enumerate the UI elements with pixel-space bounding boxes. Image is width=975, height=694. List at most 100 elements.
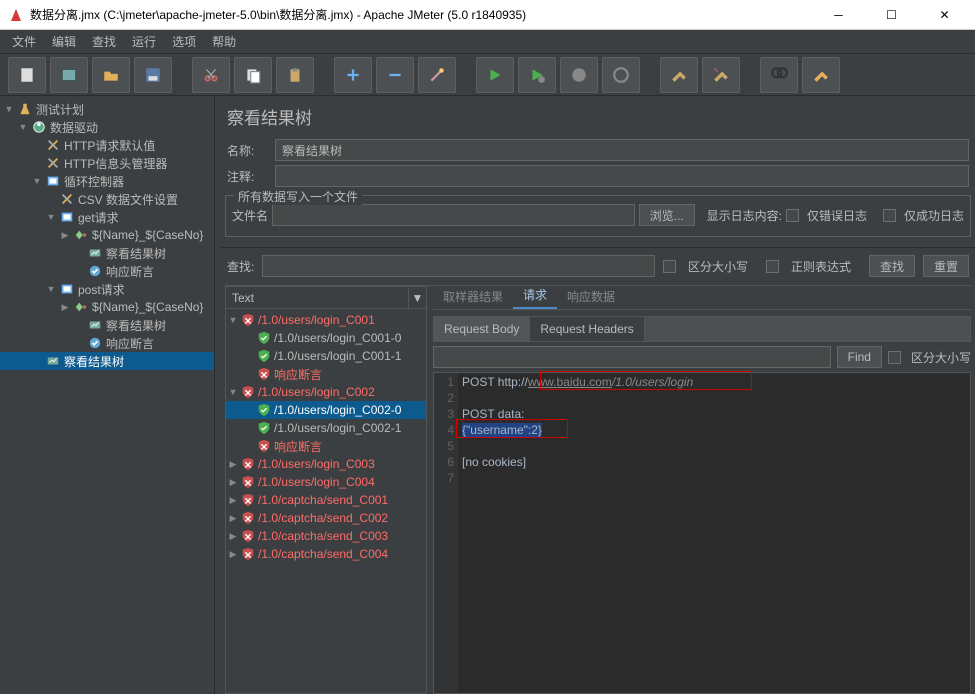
toolbar-wand-button[interactable] bbox=[418, 57, 456, 93]
tree-toggle-icon[interactable]: ▼ bbox=[32, 176, 42, 186]
result-toggle-icon[interactable]: ▼ bbox=[228, 387, 238, 397]
toolbar-search-button[interactable] bbox=[760, 57, 798, 93]
toolbar-copy-button[interactable] bbox=[234, 57, 272, 93]
tree-node[interactable]: ▶${Name}_${CaseNo} bbox=[0, 298, 214, 316]
status-fail-icon bbox=[241, 493, 255, 507]
results-renderer[interactable]: Text bbox=[226, 291, 408, 305]
toolbar-paste-button[interactable] bbox=[276, 57, 314, 93]
result-toggle-icon[interactable]: ▶ bbox=[228, 459, 238, 470]
menu-options[interactable]: 选项 bbox=[164, 31, 204, 52]
result-toggle-icon[interactable]: ▶ bbox=[228, 495, 238, 506]
menu-run[interactable]: 运行 bbox=[124, 31, 164, 52]
result-row[interactable]: 响应断言 bbox=[226, 365, 426, 383]
result-toggle-icon[interactable]: ▶ bbox=[228, 549, 238, 560]
toolbar-shutdown-button[interactable] bbox=[602, 57, 640, 93]
find-input[interactable] bbox=[433, 346, 831, 368]
subtab-request-body[interactable]: Request Body bbox=[434, 317, 530, 341]
result-toggle-icon[interactable]: ▶ bbox=[228, 531, 238, 542]
subtab-request-headers[interactable]: Request Headers bbox=[530, 317, 644, 341]
tab-response-data[interactable]: 响应数据 bbox=[557, 284, 625, 309]
result-toggle-icon[interactable]: ▶ bbox=[228, 513, 238, 524]
result-row[interactable]: 响应断言 bbox=[226, 437, 426, 455]
tree-toggle-icon[interactable]: ▼ bbox=[4, 104, 14, 114]
result-row[interactable]: ▶/1.0/captcha/send_C002 bbox=[226, 509, 426, 527]
toolbar-cut-button[interactable] bbox=[192, 57, 230, 93]
tree-node[interactable]: 察看结果树 bbox=[0, 316, 214, 334]
result-toggle-icon[interactable]: ▼ bbox=[228, 315, 238, 325]
tree-node[interactable]: ▼ 测试计划 bbox=[0, 100, 214, 118]
result-row[interactable]: /1.0/users/login_C002-1 bbox=[226, 419, 426, 437]
tree-node[interactable]: 察看结果树 bbox=[0, 352, 214, 370]
result-row[interactable]: ▶/1.0/users/login_C003 bbox=[226, 455, 426, 473]
success-only-checkbox[interactable] bbox=[883, 209, 896, 222]
toolbar-clear-button[interactable] bbox=[660, 57, 698, 93]
request-body-viewer[interactable]: 1234567 POST http://www.baidu.com/1.0/us… bbox=[433, 372, 971, 694]
toolbar-start-remote-button[interactable] bbox=[518, 57, 556, 93]
search-button[interactable]: 查找 bbox=[869, 255, 915, 277]
comment-input[interactable] bbox=[275, 165, 969, 187]
toolbar-clear-all-button[interactable] bbox=[702, 57, 740, 93]
tree-node[interactable]: ▼数据驱动 bbox=[0, 118, 214, 136]
tree-toggle-icon[interactable]: ▶ bbox=[60, 302, 70, 313]
tree-node[interactable]: HTTP请求默认值 bbox=[0, 136, 214, 154]
toolbar-remove-button[interactable] bbox=[376, 57, 414, 93]
result-row[interactable]: ▶/1.0/users/login_C004 bbox=[226, 473, 426, 491]
result-row[interactable]: /1.0/users/login_C001-1 bbox=[226, 347, 426, 365]
result-toggle-icon[interactable]: ▶ bbox=[228, 477, 238, 488]
toolbar-add-button[interactable] bbox=[334, 57, 372, 93]
maximize-button[interactable]: ☐ bbox=[869, 1, 914, 29]
tree-node[interactable]: 响应断言 bbox=[0, 334, 214, 352]
regex-checkbox[interactable] bbox=[766, 260, 779, 273]
name-input[interactable] bbox=[275, 139, 969, 161]
menu-search[interactable]: 查找 bbox=[84, 31, 124, 52]
tree-node[interactable]: CSV 数据文件设置 bbox=[0, 190, 214, 208]
result-row[interactable]: ▶/1.0/captcha/send_C004 bbox=[226, 545, 426, 563]
case-checkbox[interactable] bbox=[663, 260, 676, 273]
tree-toggle-icon[interactable]: ▼ bbox=[18, 122, 28, 132]
result-row[interactable]: ▼/1.0/users/login_C002 bbox=[226, 383, 426, 401]
filename-input[interactable] bbox=[272, 204, 635, 226]
test-plan-tree[interactable]: ▼ 测试计划▼数据驱动HTTP请求默认值HTTP信息头管理器▼循环控制器CSV 数… bbox=[0, 96, 215, 694]
tab-request[interactable]: 请求 bbox=[513, 282, 557, 309]
tree-node[interactable]: 响应断言 bbox=[0, 262, 214, 280]
tree-node[interactable]: ▼get请求 bbox=[0, 208, 214, 226]
toolbar-stop-button[interactable] bbox=[560, 57, 598, 93]
find-button[interactable]: Find bbox=[837, 346, 882, 368]
tree-toggle-icon[interactable]: ▼ bbox=[46, 284, 56, 294]
tree-node[interactable]: 察看结果树 bbox=[0, 244, 214, 262]
loop-icon bbox=[45, 173, 61, 189]
tree-toggle-icon[interactable]: ▼ bbox=[46, 212, 56, 222]
toolbar-start-button[interactable] bbox=[476, 57, 514, 93]
errors-only-checkbox[interactable] bbox=[786, 209, 799, 222]
reset-button[interactable]: 重置 bbox=[923, 255, 969, 277]
results-tree[interactable]: Text ▼ ▼/1.0/users/login_C001/1.0/users/… bbox=[225, 286, 427, 694]
result-row[interactable]: ▶/1.0/captcha/send_C001 bbox=[226, 491, 426, 509]
toolbar-open-button[interactable] bbox=[92, 57, 130, 93]
status-pass-icon bbox=[257, 331, 271, 345]
minimize-button[interactable]: ─ bbox=[816, 1, 861, 29]
browse-button[interactable]: 浏览... bbox=[639, 204, 695, 226]
result-row[interactable]: ▼/1.0/users/login_C001 bbox=[226, 311, 426, 329]
result-row[interactable]: ▶/1.0/captcha/send_C003 bbox=[226, 527, 426, 545]
tab-sampler-result[interactable]: 取样器结果 bbox=[433, 284, 513, 309]
tree-toggle-icon[interactable]: ▶ bbox=[60, 230, 70, 241]
menu-edit[interactable]: 编辑 bbox=[44, 31, 84, 52]
toolbar-save-button[interactable] bbox=[134, 57, 172, 93]
tree-label: 测试计划 bbox=[36, 101, 84, 118]
close-button[interactable]: ✕ bbox=[922, 1, 967, 29]
menu-help[interactable]: 帮助 bbox=[204, 31, 244, 52]
find-case-checkbox[interactable] bbox=[888, 351, 901, 364]
tree-node[interactable]: ▶${Name}_${CaseNo} bbox=[0, 226, 214, 244]
toolbar-fn-button[interactable] bbox=[802, 57, 840, 93]
result-row[interactable]: /1.0/users/login_C002-0 bbox=[226, 401, 426, 419]
tree-node[interactable]: HTTP信息头管理器 bbox=[0, 154, 214, 172]
result-row[interactable]: /1.0/users/login_C001-0 bbox=[226, 329, 426, 347]
case-label: 区分大小写 bbox=[688, 258, 748, 275]
toolbar-new-file-button[interactable] bbox=[8, 57, 46, 93]
toolbar-templates-button[interactable] bbox=[50, 57, 88, 93]
renderer-dropdown-icon[interactable]: ▼ bbox=[408, 288, 426, 308]
tree-node[interactable]: ▼post请求 bbox=[0, 280, 214, 298]
tree-node[interactable]: ▼循环控制器 bbox=[0, 172, 214, 190]
search-input[interactable] bbox=[262, 255, 655, 277]
menu-file[interactable]: 文件 bbox=[4, 31, 44, 52]
